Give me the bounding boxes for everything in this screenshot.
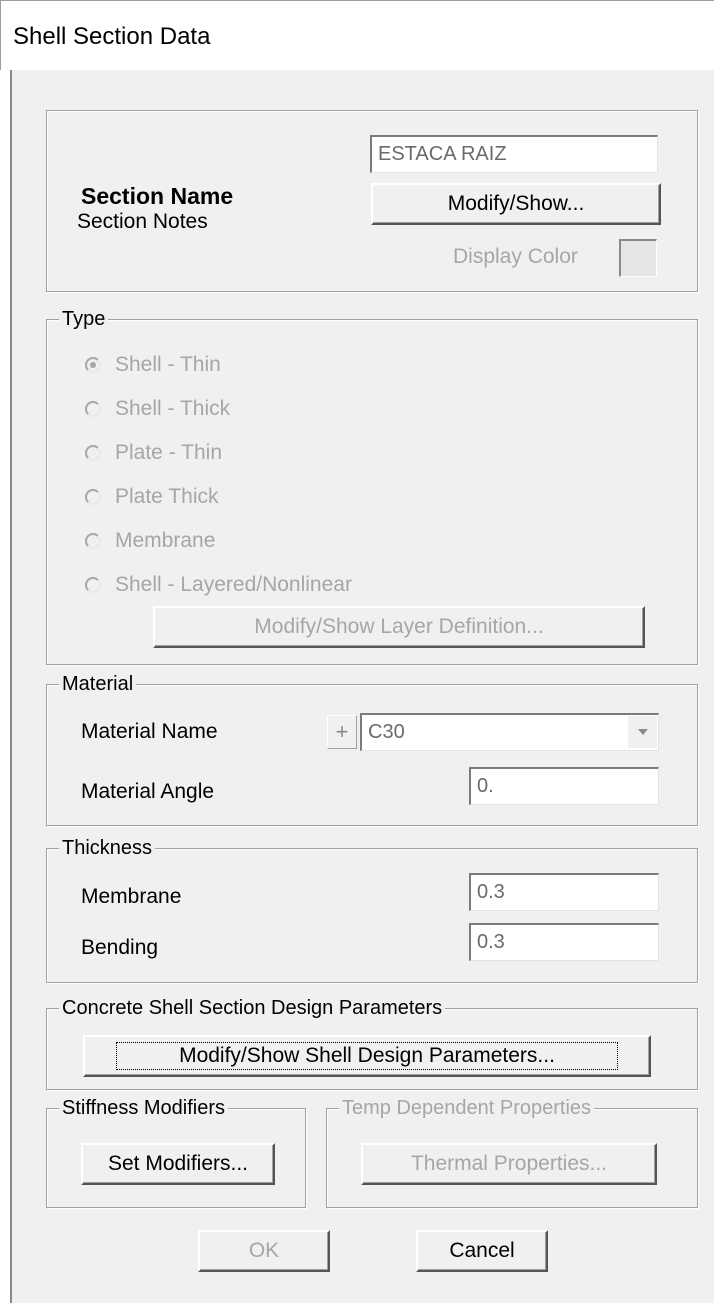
radio-unselected-icon (85, 445, 101, 461)
section-name-input[interactable]: ESTACA RAIZ (370, 135, 658, 173)
material-name-value: C30 (368, 721, 405, 743)
thickness-group: Thickness Membrane 0.3 Bending 0.3 (46, 835, 698, 983)
design-parameters-legend: Concrete Shell Section Design Parameters (59, 995, 446, 1021)
membrane-label: Membrane (81, 885, 182, 908)
radio-shell-layered-nonlinear[interactable]: Shell - Layered/Nonlinear (85, 570, 352, 600)
radio-label: Membrane (115, 529, 216, 552)
radio-selected-icon (85, 357, 101, 373)
radio-unselected-icon (85, 401, 101, 417)
stiffness-modifiers-legend: Stiffness Modifiers (59, 1095, 229, 1121)
thermal-properties-button[interactable]: Thermal Properties... (361, 1143, 657, 1185)
radio-unselected-icon (85, 489, 101, 505)
material-name-label: Material Name (81, 720, 218, 743)
material-angle-label: Material Angle (81, 780, 215, 803)
display-color-label: Display Color (453, 245, 578, 268)
bending-thickness-input[interactable]: 0.3 (469, 923, 659, 961)
plus-icon: + (335, 719, 349, 744)
bending-label: Bending (81, 936, 159, 959)
set-modifiers-button[interactable]: Set Modifiers... (81, 1143, 275, 1185)
radio-label: Shell - Thick (115, 397, 231, 420)
material-group: Material Material Name + C30 Material An… (46, 671, 698, 826)
radio-plate-thin[interactable]: Plate - Thin (85, 438, 222, 468)
radio-unselected-icon (85, 533, 101, 549)
display-color-swatch[interactable] (619, 239, 657, 277)
type-group-legend: Type (59, 306, 109, 332)
modify-shell-design-parameters-button[interactable]: Modify/Show Shell Design Parameters... (83, 1035, 651, 1077)
radio-label: Plate Thick (115, 485, 219, 508)
section-name-label: Section Name (81, 183, 234, 209)
add-material-button[interactable]: + (327, 715, 357, 749)
title-bar: Shell Section Data (0, 0, 714, 70)
radio-label: Shell - Layered/Nonlinear (115, 573, 352, 596)
section-group: Section Name ESTACA RAIZ Section Notes M… (46, 110, 698, 292)
chevron-down-icon[interactable] (627, 716, 657, 748)
radio-shell-thin[interactable]: Shell - Thin (85, 350, 221, 380)
ok-button[interactable]: OK (198, 1230, 330, 1272)
material-angle-input[interactable]: 0. (469, 767, 659, 805)
radio-plate-thick[interactable]: Plate Thick (85, 482, 219, 512)
cancel-button[interactable]: Cancel (416, 1230, 548, 1272)
temp-dependent-group: Temp Dependent Properties Thermal Proper… (326, 1095, 698, 1208)
material-group-legend: Material (59, 671, 137, 697)
radio-unselected-icon (85, 577, 101, 593)
design-parameters-group: Concrete Shell Section Design Parameters… (46, 995, 698, 1090)
stiffness-modifiers-group: Stiffness Modifiers Set Modifiers... (46, 1095, 306, 1208)
thickness-group-legend: Thickness (59, 835, 156, 861)
material-name-select[interactable]: C30 (360, 713, 659, 751)
window-title: Shell Section Data (13, 23, 211, 50)
modify-layer-definition-button[interactable]: Modify/Show Layer Definition... (153, 606, 645, 648)
radio-label: Plate - Thin (115, 441, 222, 464)
radio-membrane[interactable]: Membrane (85, 526, 215, 556)
type-group: Type Shell - Thin Shell - Thick Plate - … (46, 306, 698, 665)
section-notes-label: Section Notes (77, 210, 208, 233)
radio-shell-thick[interactable]: Shell - Thick (85, 394, 230, 424)
membrane-thickness-input[interactable]: 0.3 (469, 873, 659, 911)
radio-label: Shell - Thin (115, 353, 221, 376)
temp-dependent-legend: Temp Dependent Properties (339, 1095, 595, 1121)
design-parameters-button-label: Modify/Show Shell Design Parameters... (116, 1042, 618, 1070)
dialog-client-area: Section Name ESTACA RAIZ Section Notes M… (10, 70, 714, 1303)
section-notes-modify-button[interactable]: Modify/Show... (371, 183, 661, 225)
